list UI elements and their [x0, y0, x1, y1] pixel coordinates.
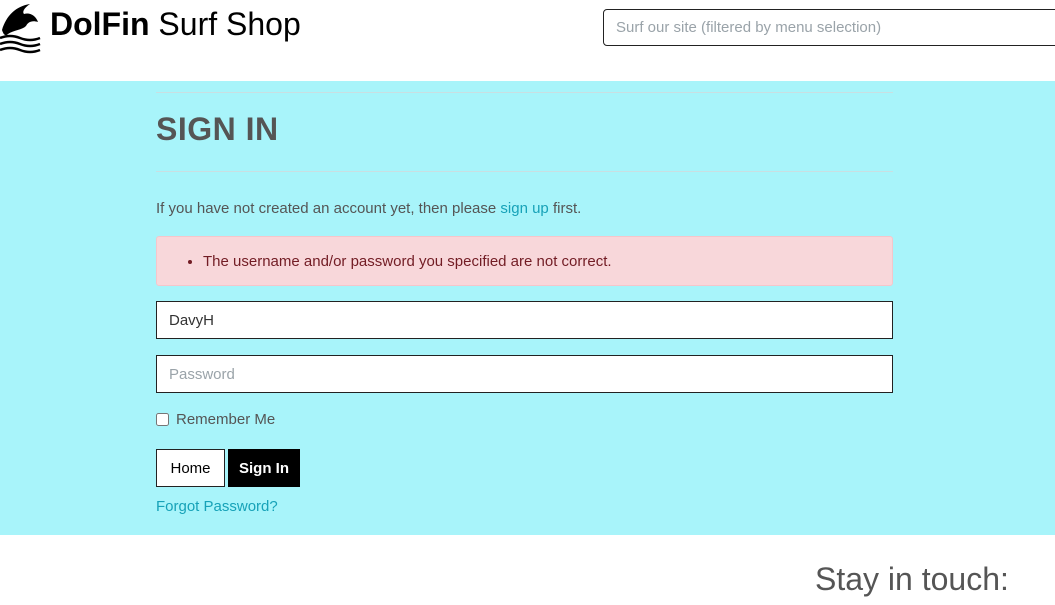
- home-button[interactable]: Home: [156, 449, 225, 487]
- signup-prompt-before: If you have not created an account yet, …: [156, 200, 501, 217]
- dolphin-logo-icon[interactable]: [0, 0, 42, 54]
- brand-name-bold: DolFin: [50, 6, 150, 42]
- error-message: The username and/or password you specifi…: [203, 252, 612, 272]
- signup-prompt: If you have not created an account yet, …: [156, 199, 581, 219]
- password-field[interactable]: [156, 355, 893, 393]
- signup-prompt-after: first.: [548, 200, 582, 217]
- remember-me-checkbox[interactable]: [156, 413, 169, 426]
- stay-in-touch-heading: Stay in touch:: [815, 561, 1009, 597]
- error-alert: The username and/or password you specifi…: [156, 236, 893, 286]
- remember-me[interactable]: Remember Me: [156, 411, 275, 428]
- signin-button[interactable]: Sign In: [228, 449, 300, 487]
- divider-bottom: [156, 171, 893, 172]
- site-brand[interactable]: DolFin Surf Shop: [50, 4, 301, 44]
- divider-top: [156, 92, 893, 93]
- signup-link[interactable]: sign up: [500, 200, 548, 217]
- site-header: DolFin Surf Shop: [0, 0, 1055, 81]
- brand-name-rest: Surf Shop: [149, 6, 301, 42]
- signin-section: SIGN IN If you have not created an accou…: [0, 81, 1055, 535]
- username-field[interactable]: [156, 301, 893, 339]
- remember-me-label: Remember Me: [176, 411, 276, 428]
- site-search-input[interactable]: [603, 9, 1055, 46]
- forgot-password-link[interactable]: Forgot Password?: [156, 497, 278, 517]
- page-title: SIGN IN: [156, 111, 279, 147]
